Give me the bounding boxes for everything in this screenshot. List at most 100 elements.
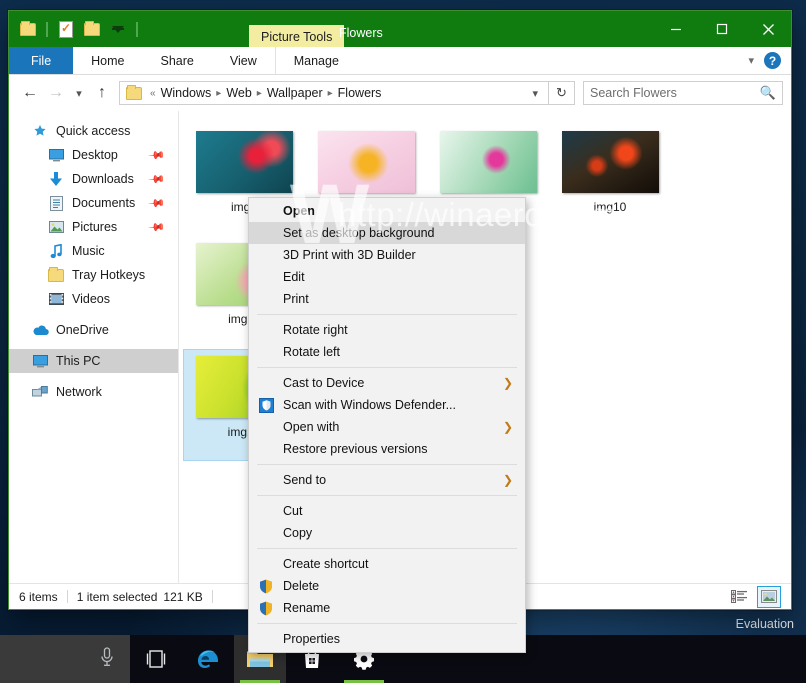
tab-share[interactable]: Share <box>143 47 212 74</box>
pin-icon[interactable]: 📌 <box>148 170 167 188</box>
forward-arrow-icon[interactable]: → <box>43 80 69 106</box>
menu-item-create-shortcut[interactable]: Create shortcut <box>249 553 525 575</box>
selection-label: 1 item selected <box>76 589 158 604</box>
menu-item-send-to[interactable]: Send to ❯ <box>249 469 525 491</box>
pictures-icon <box>47 219 65 235</box>
videos-icon <box>47 291 65 307</box>
menu-item-icon-slot <box>249 522 283 544</box>
toolbar-divider-2 <box>136 21 138 37</box>
address-bar: ← → ▾ ↑ « Windows ▸ Web ▸ Wallpaper ▸ Fl… <box>9 75 791 111</box>
menu-item-open[interactable]: Open <box>249 200 525 222</box>
menu-item-cut[interactable]: Cut <box>249 500 525 522</box>
pin-icon[interactable]: 📌 <box>148 218 167 236</box>
close-icon[interactable] <box>745 11 791 47</box>
breadcrumb-item-web[interactable]: Web <box>223 86 254 100</box>
menu-item-scan-with-windows-defender[interactable]: Scan with Windows Defender... <box>249 394 525 416</box>
file-name-label: img10 <box>593 200 627 214</box>
customize-caret-icon[interactable] <box>107 18 129 40</box>
sidebar-item-pictures[interactable]: Pictures 📌 <box>9 215 178 239</box>
back-arrow-icon[interactable]: ← <box>17 80 43 106</box>
status-divider <box>66 590 68 603</box>
onedrive-icon <box>31 322 49 338</box>
menu-item-delete[interactable]: Delete <box>249 575 525 597</box>
large-icons-view-icon[interactable] <box>757 585 781 608</box>
sidebar-item-onedrive[interactable]: OneDrive <box>9 318 178 342</box>
menu-item-properties[interactable]: Properties <box>249 628 525 650</box>
menu-item-print[interactable]: Print <box>249 288 525 310</box>
sidebar-item-this-pc[interactable]: This PC <box>9 349 178 373</box>
menu-item-rotate-right[interactable]: Rotate right <box>249 319 525 341</box>
menu-separator <box>257 548 517 549</box>
edge-browser-icon[interactable] <box>182 635 234 683</box>
help-button[interactable]: ? <box>764 52 781 69</box>
menu-item-open-with[interactable]: Open with ❯ <box>249 416 525 438</box>
sidebar-item-desktop[interactable]: Desktop 📌 <box>9 143 178 167</box>
new-folder-icon[interactable] <box>81 18 103 40</box>
picture-tools-context-tab[interactable]: Picture Tools <box>249 25 345 47</box>
folder-icon[interactable] <box>17 18 39 40</box>
tab-view[interactable]: View <box>212 47 275 74</box>
breadcrumb-separator: ▸ <box>327 87 333 99</box>
search-box-taskbar[interactable] <box>0 635 130 683</box>
up-arrow-icon[interactable]: ↑ <box>89 80 115 106</box>
sidebar-item-label: OneDrive <box>56 323 109 337</box>
search-input[interactable]: Search Flowers 🔍 <box>583 81 783 105</box>
task-view-icon[interactable] <box>130 635 182 683</box>
menu-item-icon-slot <box>249 341 283 363</box>
thumbnail <box>439 131 537 193</box>
recent-locations-chevron-icon[interactable]: ▾ <box>69 80 89 106</box>
tab-home[interactable]: Home <box>73 47 142 74</box>
menu-item-restore-previous-versions[interactable]: Restore previous versions <box>249 438 525 460</box>
menu-item-icon-slot <box>249 266 283 288</box>
title-bar: Picture Tools Flowers <box>9 11 791 47</box>
item-count-label: 6 items <box>19 589 58 604</box>
menu-item-set-as-desktop-background[interactable]: Set as desktop background <box>249 222 525 244</box>
sidebar-item-music[interactable]: Music <box>9 239 178 263</box>
breadcrumb-item-wallpaper[interactable]: Wallpaper <box>264 86 326 100</box>
pin-icon[interactable]: 📌 <box>148 194 167 212</box>
chevron-right-icon: ❯ <box>502 376 513 390</box>
sidebar-item-label: Pictures <box>72 220 118 234</box>
magnifier-icon[interactable]: 🔍 <box>760 85 776 101</box>
uac-shield-icon <box>249 597 283 619</box>
breadcrumb-separator: ▸ <box>216 87 222 99</box>
maximize-icon[interactable] <box>699 11 745 47</box>
sidebar-item-label: This PC <box>56 354 101 368</box>
chevron-down-icon[interactable]: ▾ <box>526 87 544 100</box>
menu-item-3d-print[interactable]: 3D Print with 3D Builder <box>249 244 525 266</box>
sidebar-item-quick-access[interactable]: Quick access <box>9 119 178 143</box>
minimize-icon[interactable] <box>653 11 699 47</box>
tab-manage[interactable]: Manage <box>274 47 357 74</box>
window-controls <box>653 11 791 47</box>
thumbnail <box>561 131 659 193</box>
sidebar-item-label: Desktop <box>72 148 118 162</box>
sidebar-item-videos[interactable]: Videos <box>9 287 178 311</box>
menu-item-copy[interactable]: Copy <box>249 522 525 544</box>
tab-file[interactable]: File <box>9 47 74 74</box>
folder-icon <box>47 266 65 283</box>
breadcrumb[interactable]: « Windows ▸ Web ▸ Wallpaper ▸ Flowers ▾ <box>119 81 549 105</box>
menu-item-rotate-left[interactable]: Rotate left <box>249 341 525 363</box>
cortana-microphone-icon[interactable] <box>100 646 114 672</box>
sidebar-item-tray-hotkeys[interactable]: Tray Hotkeys <box>9 263 178 287</box>
refresh-icon[interactable]: ↻ <box>549 81 575 105</box>
download-icon <box>47 171 65 187</box>
search-placeholder: Search Flowers <box>590 86 677 100</box>
pin-icon[interactable]: 📌 <box>148 146 167 164</box>
context-menu[interactable]: Open Set as desktop background 3D Print … <box>248 197 526 653</box>
sidebar-item-network[interactable]: Network <box>9 380 178 404</box>
view-buttons <box>727 585 781 608</box>
properties-icon[interactable] <box>55 18 77 40</box>
breadcrumb-item-windows[interactable]: Windows <box>158 86 215 100</box>
menu-item-cast-to-device[interactable]: Cast to Device ❯ <box>249 372 525 394</box>
details-view-icon[interactable] <box>727 586 751 608</box>
file-item[interactable]: img10 <box>549 125 671 237</box>
sidebar-item-downloads[interactable]: Downloads 📌 <box>9 167 178 191</box>
menu-item-edit[interactable]: Edit <box>249 266 525 288</box>
sidebar-item-documents[interactable]: Documents 📌 <box>9 191 178 215</box>
sidebar-item-label: Videos <box>72 292 110 306</box>
menu-item-rename[interactable]: Rename <box>249 597 525 619</box>
chevron-down-icon[interactable]: ▾ <box>748 54 754 67</box>
star-icon <box>31 123 49 139</box>
breadcrumb-item-flowers[interactable]: Flowers <box>335 86 385 100</box>
